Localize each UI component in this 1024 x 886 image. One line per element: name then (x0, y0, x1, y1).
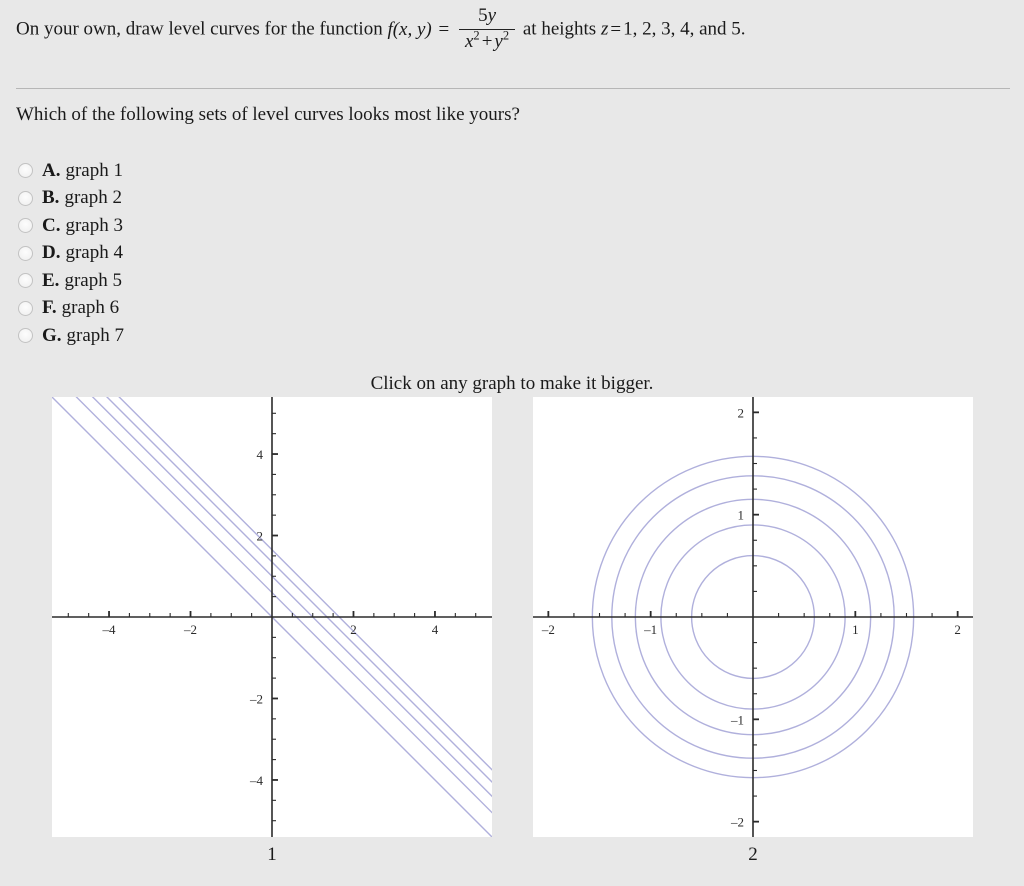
radio-button-b[interactable] (18, 190, 33, 206)
choice-letter-g: G. (42, 324, 62, 346)
choice-label-a: graph 1 (65, 159, 123, 181)
x-tick-label: –2 (183, 622, 197, 637)
radio-button-d[interactable] (18, 245, 33, 261)
choice-f[interactable]: F. graph 6 (18, 295, 124, 323)
choice-letter-f: F. (42, 297, 57, 319)
radio-button-f[interactable] (18, 300, 33, 316)
x-tick-label: 2 (350, 622, 357, 637)
choice-b[interactable]: B. graph 2 (18, 185, 124, 213)
x-tick-label: 1 (852, 622, 859, 637)
numerator-variable: y (487, 5, 497, 26)
height-equals: = (610, 18, 622, 40)
problem-statement: On your own, draw level curves for the f… (16, 5, 1012, 55)
choice-a[interactable]: A. graph 1 (18, 157, 124, 185)
numerator-coefficient: 5 (478, 5, 488, 26)
fraction-numerator: 5y (459, 5, 515, 29)
graph-1-panel[interactable]: –4 –2 2 4 –4 –2 2 4 (52, 397, 492, 837)
radio-button-e[interactable] (18, 273, 33, 289)
choice-d[interactable]: D. graph 4 (18, 240, 124, 268)
denominator-exponent-y: 2 (502, 28, 510, 43)
x-tick-label: –2 (541, 622, 555, 637)
height-values: 1, 2, 3, 4, and 5. (623, 18, 746, 40)
equals-sign: = (438, 18, 450, 40)
y-tick-label: –2 (249, 691, 263, 706)
x-tick-label: 2 (954, 622, 961, 637)
choice-e[interactable]: E. graph 5 (18, 267, 124, 295)
radio-button-a[interactable] (18, 163, 33, 179)
x-tick-label: –4 (102, 622, 117, 637)
choice-label-d: graph 4 (65, 242, 123, 264)
fraction: 5y x2 + y2 (458, 5, 516, 54)
choice-letter-c: C. (42, 214, 61, 236)
answer-choice-list: A. graph 1 B. graph 2 C. graph 3 D. grap… (18, 157, 124, 350)
horizontal-divider (16, 88, 1010, 89)
y-tick-label: 2 (738, 405, 745, 420)
denominator-variable-y: y (494, 30, 503, 52)
choice-label-b: graph 2 (64, 187, 122, 209)
choice-letter-d: D. (42, 242, 61, 264)
y-tick-label: 1 (738, 508, 745, 523)
graph-1-svg: –4 –2 2 4 –4 –2 2 4 (52, 397, 492, 837)
choice-g[interactable]: G. graph 7 (18, 322, 124, 350)
choice-label-g: graph 7 (66, 324, 125, 346)
graph-2-panel[interactable]: –2 –1 1 2 –2 –1 1 2 (533, 397, 973, 837)
function-args: (x, y) (392, 18, 432, 40)
y-tick-label: 4 (257, 447, 264, 462)
choice-letter-a: A. (42, 159, 61, 181)
denominator-plus: + (481, 30, 493, 52)
radio-button-c[interactable] (18, 218, 33, 234)
y-tick-label: –2 (730, 815, 744, 830)
graph-2-svg: –2 –1 1 2 –2 –1 1 2 (533, 397, 973, 837)
choice-letter-b: B. (42, 187, 60, 209)
choice-label-e: graph 5 (64, 269, 122, 291)
x-tick-label: 4 (432, 622, 439, 637)
choice-label-c: graph 3 (65, 214, 123, 236)
graph-2-caption: 2 (748, 844, 758, 865)
choice-label-f: graph 6 (61, 297, 120, 319)
radio-button-g[interactable] (18, 328, 33, 344)
y-tick-label: 2 (257, 529, 264, 544)
graph-1-caption: 1 (267, 844, 277, 865)
function-expression: f(x, y) = 5y x2 + y2 (387, 5, 522, 52)
y-tick-label: –1 (730, 712, 744, 727)
x-tick-label: –1 (643, 622, 657, 637)
y-tick-label: –4 (249, 773, 264, 788)
fraction-denominator: x2 + y2 (458, 28, 516, 54)
denominator-exponent-x: 2 (473, 28, 480, 43)
choice-letter-e: E. (42, 269, 60, 291)
choice-c[interactable]: C. graph 3 (18, 212, 124, 240)
statement-mid: at heights (522, 18, 597, 40)
click-hint-text: Click on any graph to make it bigger. (370, 373, 654, 394)
statement-lead: On your own, draw level curves for the f… (16, 18, 383, 40)
question-text: Which of the following sets of level cur… (16, 104, 520, 125)
axes-group: –2 –1 1 2 –2 –1 1 2 (533, 397, 973, 837)
